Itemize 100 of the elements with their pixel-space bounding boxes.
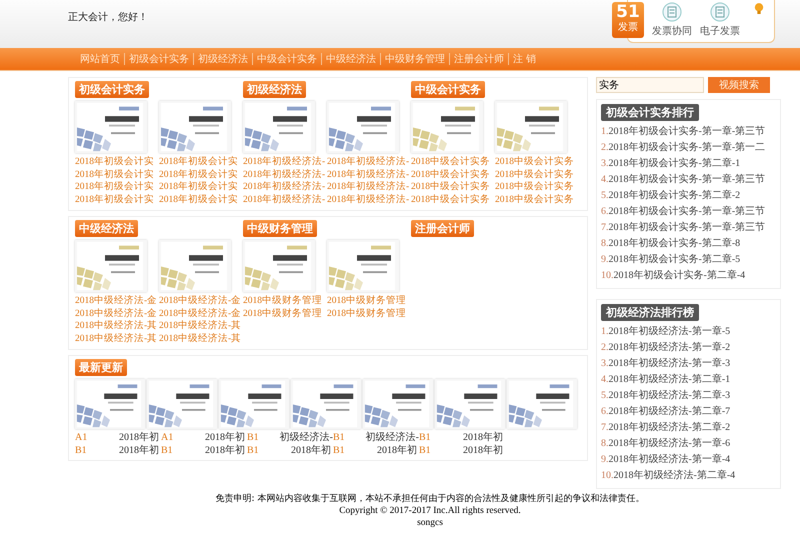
course-code: B1 <box>333 432 346 444</box>
ranking-link[interactable]: 2018年初级经济法-第一章-5 <box>608 324 730 340</box>
rank-number: 2. <box>601 141 608 155</box>
rank-number: 5. <box>601 189 608 203</box>
ranking-link[interactable]: 2018年初级会计实务-第一章-第三节 <box>608 204 766 220</box>
rank-number: 5. <box>601 389 608 403</box>
book-link[interactable]: 2018年初级会计实 <box>159 168 237 181</box>
nav-link[interactable]: 初级经济法 <box>194 52 252 66</box>
ranking-link[interactable]: 2018年初级会计实务-第二章-1 <box>608 156 740 172</box>
rank-number: 7. <box>601 421 608 435</box>
rank-number: 6. <box>601 405 608 419</box>
book-link[interactable]: 2018中级会计实务 <box>411 168 489 181</box>
ranking-title: 初级会计实务排行 <box>601 104 699 121</box>
book-link[interactable]: 2018年初级会计实 <box>159 194 237 206</box>
search-button[interactable]: 视频搜索 <box>708 77 770 93</box>
ranking-link[interactable]: 2018年初级经济法-第二章-7 <box>608 404 730 420</box>
rank-number: 2. <box>601 341 608 355</box>
copyright-text: Copyright © 2017-2017 Inc.All rights reserved. <box>339 505 521 517</box>
ranking-link[interactable]: 2018年初级经济法-第一章-4 <box>608 452 730 468</box>
document-icon[interactable] <box>662 2 682 22</box>
rank-number: 6. <box>601 205 608 219</box>
ranking-link[interactable]: 2018年初级经济法-第二章-2 <box>608 420 730 436</box>
book-link[interactable]: 2018年初级会计实 <box>159 181 237 194</box>
book-link[interactable]: 2018中级会计实务 <box>411 194 489 206</box>
search-field[interactable]: 实务 <box>596 77 704 93</box>
ranking-link[interactable]: 2018年初级会计实务-第一章-第三节 <box>608 172 766 188</box>
update-link[interactable]: 2018年初 <box>291 445 331 457</box>
nav-link[interactable]: 中级经济法 <box>322 52 380 66</box>
book-link[interactable]: 2018中级财务管理 <box>327 308 405 320</box>
ranking-link[interactable]: 2018年初级经济法-第一章-6 <box>608 436 730 452</box>
ranking-link[interactable]: 2018年初级会计实务-第一章-第三节 <box>608 124 766 140</box>
book-link[interactable]: 2018中级会计实务 <box>495 156 573 168</box>
book-link[interactable]: 2018中级财务管理 <box>243 295 321 308</box>
course-code: B1 <box>333 445 346 457</box>
section-title: 中级经济法 <box>75 220 138 237</box>
ranking-link[interactable]: 2018年初级会计实务-第二章-8 <box>608 236 740 252</box>
rank-number: 1. <box>601 125 608 139</box>
update-link[interactable]: 初级经济法- <box>366 432 419 444</box>
nav-link[interactable]: 网站首页 <box>76 52 124 66</box>
ranking-link[interactable]: 2018年初级会计实务-第一章-第三节 <box>608 220 766 236</box>
book-link[interactable]: 2018中级财务管理 <box>327 295 405 308</box>
rank-number: 3. <box>601 157 608 171</box>
author-text: songcs <box>417 517 443 529</box>
book-link[interactable]: 2018年初级会计实 <box>75 156 153 168</box>
ranking-link[interactable]: 2018年初级会计实务-第一章-第一二 <box>608 140 766 156</box>
lightbulb-icon[interactable] <box>754 2 764 16</box>
ranking-link[interactable]: 2018年初级经济法-第二章-4 <box>614 468 736 484</box>
section-title: 中级会计实务 <box>411 81 485 98</box>
ranking-link[interactable]: 2018年初级经济法-第一章-3 <box>608 356 730 372</box>
book-link[interactable]: 2018年初级会计实 <box>75 181 153 194</box>
course-code: B1 <box>247 432 260 444</box>
section-title: 初级会计实务 <box>75 81 149 98</box>
rank-number: 3. <box>601 357 608 371</box>
invoice-badge[interactable]: 51 发票 <box>612 2 644 38</box>
section-title: 中级财务管理 <box>243 220 317 237</box>
book-link[interactable]: 2018中级会计实务 <box>495 181 573 194</box>
update-link[interactable]: 2018年初 <box>463 445 503 457</box>
ranking-link[interactable]: 2018年初级会计实务-第二章-2 <box>608 188 740 204</box>
rank-number: 10. <box>601 469 614 483</box>
book-link[interactable]: 2018中级会计实务 <box>495 168 573 181</box>
ranking-link[interactable]: 2018年初级经济法-第二章-3 <box>608 388 730 404</box>
nav-link[interactable]: 中级会计实务 <box>253 52 321 66</box>
ranking-link[interactable]: 2018年初级经济法-第二章-1 <box>608 372 730 388</box>
book-link[interactable]: 2018中级会计实务 <box>495 194 573 206</box>
update-link[interactable]: 2018年初 <box>377 445 417 457</box>
update-link[interactable]: 2018年初 <box>205 445 245 457</box>
ranking-link[interactable]: 2018年初级会计实务-第二章-5 <box>608 252 740 268</box>
course-code: B1 <box>419 445 432 457</box>
book-link[interactable]: 2018年初级会计实 <box>159 156 237 168</box>
update-link[interactable]: 初级经济法- <box>280 432 333 444</box>
app-label[interactable]: 电子发票 <box>700 24 740 38</box>
book-link[interactable]: 2018中级会计实务 <box>411 156 489 168</box>
update-link[interactable]: 2018年初 <box>119 445 159 457</box>
rank-number: 1. <box>601 325 608 339</box>
rank-number: 8. <box>601 237 608 251</box>
nav-link[interactable]: 注册会计师 <box>450 52 508 66</box>
nav-link[interactable]: 注 销 <box>509 52 540 66</box>
book-link[interactable]: 2018中级会计实务 <box>411 181 489 194</box>
book-link[interactable]: 2018年初级会计实 <box>75 194 153 206</box>
nav-link[interactable]: 初级会计实务 <box>125 52 193 66</box>
rank-number: 8. <box>601 437 608 451</box>
rank-number: 10. <box>601 269 614 283</box>
app-label[interactable]: 发票协同 <box>652 24 692 38</box>
nav-link[interactable]: 中级财务管理 <box>381 52 449 66</box>
course-code: A1 <box>161 432 174 444</box>
course-code: B1 <box>75 445 88 457</box>
book-link[interactable]: 2018年初级会计实 <box>75 168 153 181</box>
book-link[interactable]: 2018中级财务管理 <box>243 308 321 320</box>
update-link[interactable]: 2018年初 <box>119 432 159 444</box>
update-link[interactable]: 2018年初 <box>205 432 245 444</box>
update-link[interactable]: 2018年初 <box>463 432 503 444</box>
rank-number: 4. <box>601 373 608 387</box>
course-code: B1 <box>419 432 432 444</box>
document-icon[interactable] <box>710 2 730 22</box>
section-title: 最新更新 <box>75 359 127 376</box>
ranking-link[interactable]: 2018年初级会计实务-第二章-4 <box>614 268 746 284</box>
disclaimer-text: 免责申明: 本网站内容收集于互联网，本站不承担任何由于内容的合法性及健康性所引起的争议和法律责任。 <box>216 493 644 505</box>
ranking-link[interactable]: 2018年初级经济法-第一章-2 <box>608 340 730 356</box>
section-title: 初级经济法 <box>243 81 306 98</box>
course-code: A1 <box>75 432 88 444</box>
